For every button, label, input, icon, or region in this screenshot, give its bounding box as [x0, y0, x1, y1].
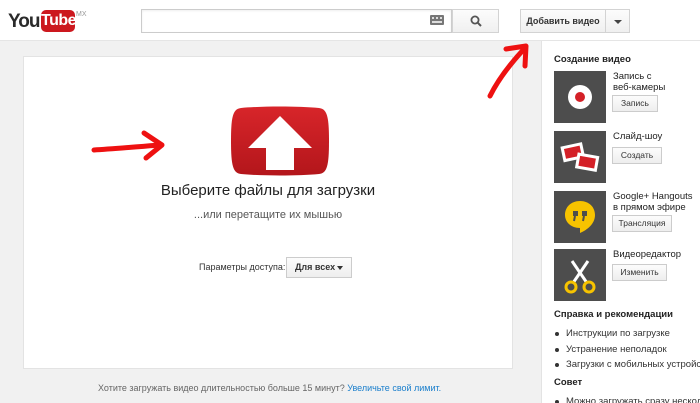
logo-region-text: MX [76, 11, 87, 18]
help-link-troubleshooting[interactable]: Устранение неполадок [554, 342, 700, 358]
upload-drop-zone[interactable]: Выберите файлы для загрузки ...или перет… [23, 56, 513, 369]
privacy-select-value: Для всех [295, 262, 336, 272]
masthead: You Tube MX Добавить видео [0, 0, 700, 41]
create-video-heading: Создание видео [554, 54, 631, 65]
upload-title: Выберите файлы для загрузки [160, 182, 376, 199]
webcam-tool-title-line1: Запись с [613, 71, 652, 82]
create-slideshow-button[interactable]: Создать [612, 147, 662, 164]
slideshow-tool-title-line1: Слайд-шоу [613, 131, 663, 142]
webcam-tool-thumb[interactable] [554, 71, 606, 123]
privacy-select[interactable]: Для всех [286, 257, 352, 278]
help-heading: Справка и рекомендации [554, 309, 673, 320]
search-button[interactable] [452, 9, 499, 33]
upload-arrow-icon[interactable] [231, 106, 329, 176]
help-link-mobile-uploads[interactable]: Загрузки с мобильных устройств [554, 357, 700, 373]
edit-video-button[interactable]: Изменить [612, 264, 667, 281]
logo-you-text: You [8, 11, 41, 32]
editor-tool-title: Видеоредактор [613, 249, 681, 260]
hangouts-icon [565, 201, 595, 233]
sidebar: Создание видео Запись с веб-камеры Запис… [541, 41, 700, 403]
privacy-label: Параметры доступа: [199, 262, 286, 272]
chevron-down-icon [337, 266, 343, 270]
annotation-arrow-right-icon [91, 130, 165, 161]
slideshow-tool-thumb[interactable] [554, 131, 606, 183]
upload-subtitle: ...или перетащите их мышью [193, 209, 343, 221]
hangouts-tool-title-line2: в прямом эфире [613, 202, 686, 213]
search-input[interactable] [141, 9, 452, 33]
upload-limit-notice: Хотите загружать видео длительностью бол… [98, 383, 441, 393]
upload-video-button[interactable]: Добавить видео [520, 9, 606, 33]
scissors-icon [564, 260, 596, 294]
annotation-arrow-up-icon [487, 43, 529, 99]
search-icon [470, 15, 482, 27]
editor-tool-thumb[interactable] [554, 249, 606, 301]
slideshow-tool-title: Слайд-шоу [613, 131, 662, 142]
hangouts-tool-thumb[interactable] [554, 191, 606, 243]
webcam-record-icon [568, 85, 592, 109]
record-button[interactable]: Запись [612, 95, 658, 112]
tip-list: Можно загружать сразу несколько [554, 394, 700, 403]
tip-text: Можно загружать сразу несколько [554, 394, 700, 403]
slideshow-icon [560, 142, 600, 172]
upload-menu-button[interactable] [606, 9, 630, 33]
help-link-upload-instructions[interactable]: Инструкции по загрузке [554, 326, 700, 342]
increase-limit-link[interactable]: Увеличьте свой лимит. [347, 383, 441, 393]
keyboard-icon[interactable] [430, 15, 444, 25]
chevron-down-icon [614, 20, 622, 24]
webcam-tool-title-line2: веб-камеры [613, 82, 666, 93]
webcam-tool-title: Запись с веб-камеры [613, 71, 665, 93]
hangouts-tool-title: Google+ Hangouts в прямом эфире [613, 191, 693, 213]
hangouts-tool-title-line1: Google+ Hangouts [613, 191, 693, 202]
tip-heading: Совет [554, 377, 583, 388]
help-list: Инструкции по загрузке Устранение непола… [554, 326, 700, 373]
broadcast-button[interactable]: Трансляция [612, 215, 672, 232]
upload-limit-question: Хотите загружать видео длительностью бол… [98, 383, 345, 393]
editor-tool-title-line1: Видеоредактор [613, 249, 682, 260]
logo-tube-text: Tube [41, 10, 77, 32]
